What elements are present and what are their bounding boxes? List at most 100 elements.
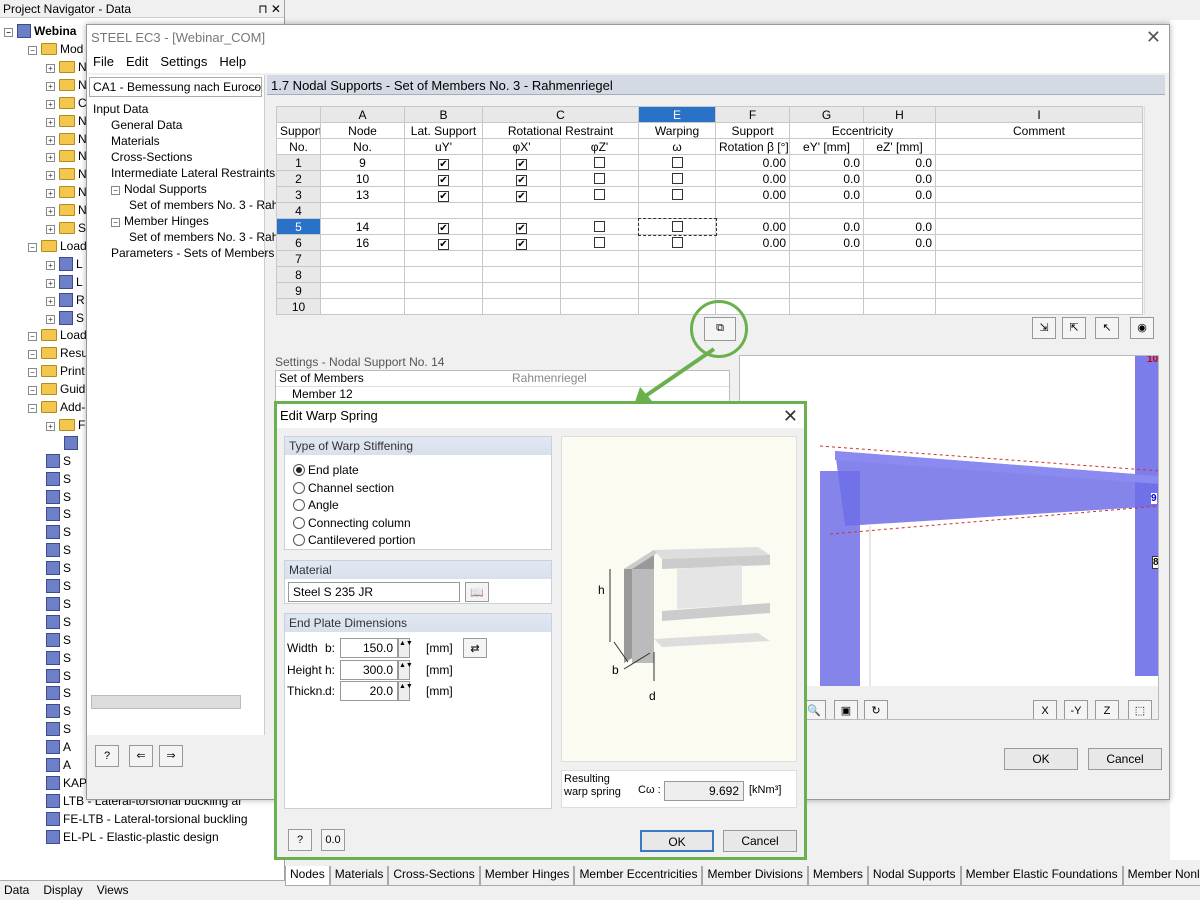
table-row[interactable]: 8 [276, 266, 1144, 283]
ecc-z-cell[interactable]: 0.0 [863, 186, 937, 203]
checkbox[interactable] [671, 236, 683, 248]
navigator-item[interactable]: S [46, 523, 71, 541]
node-cell[interactable]: 10 [320, 170, 405, 187]
table-row[interactable]: 9 [276, 282, 1144, 299]
rotation-cell[interactable] [715, 250, 791, 267]
model-tab[interactable]: Member Divisions [702, 866, 808, 886]
calculator-icon[interactable]: 0.0 [321, 829, 345, 851]
row-number[interactable]: 10 [276, 298, 321, 315]
ecc-y-cell[interactable]: 0.0 [789, 170, 865, 187]
dialog-help-icon[interactable]: ? [288, 829, 312, 851]
input-tree-item[interactable]: Cross-Sections [111, 149, 192, 165]
export-icon[interactable]: ⇱ [1062, 317, 1086, 339]
navigator-item[interactable]: + N [46, 147, 87, 165]
checkbox[interactable] [671, 220, 683, 232]
node-cell[interactable] [320, 282, 405, 299]
checkbox-cell[interactable] [638, 202, 717, 219]
checkbox-cell[interactable] [559, 218, 640, 235]
navigator-item[interactable]: + N [46, 201, 87, 219]
navigator-item[interactable]: S [46, 667, 71, 685]
checkbox-cell[interactable] [482, 250, 561, 267]
radio-icon[interactable] [293, 481, 305, 494]
row-number[interactable]: 3 [276, 186, 321, 203]
rotate-icon[interactable]: ↻ [864, 700, 888, 719]
import-icon[interactable]: ⇲ [1032, 317, 1056, 339]
ecc-z-cell[interactable]: 0.0 [863, 170, 937, 187]
column-letter[interactable]: H [863, 106, 937, 123]
warp-type-radio[interactable]: Cantilevered portion [293, 531, 415, 549]
navigator-item[interactable]: S [46, 488, 71, 506]
rotation-cell[interactable]: 0.00 [715, 186, 791, 203]
checkbox-cell[interactable] [638, 250, 717, 267]
navigator-item[interactable]: S [46, 452, 71, 470]
main-cancel-button[interactable]: Cancel [1088, 748, 1162, 770]
checkbox-cell[interactable] [404, 282, 483, 299]
table-row[interactable]: 5 14 ✔ ✔ 0.00 0.0 0.0 [276, 217, 1144, 236]
checkbox-cell[interactable]: ✔ [404, 186, 483, 203]
comment-cell[interactable] [935, 234, 1144, 251]
radio-icon[interactable] [293, 499, 305, 512]
navigator-item[interactable]: − Guid [28, 380, 85, 398]
navigator-item[interactable]: + S [46, 219, 86, 237]
checkbox-cell[interactable] [638, 282, 717, 299]
table-row[interactable]: 3 13 ✔ ✔ 0.00 0.0 0.0 [276, 186, 1144, 203]
horizontal-scrollbar[interactable] [91, 695, 241, 709]
menu-item[interactable]: Edit [126, 54, 148, 70]
warp-type-radio[interactable]: Channel section [293, 479, 394, 497]
expand-icon[interactable]: + [46, 314, 55, 324]
radio-icon[interactable] [293, 534, 305, 547]
navigator-item[interactable]: − Add- [28, 398, 85, 416]
checkbox[interactable] [671, 172, 683, 184]
pick-dimensions-icon[interactable]: ⇄ [463, 638, 487, 658]
help-icon[interactable]: ? [95, 745, 119, 767]
table-row[interactable]: 1 9 ✔ ✔ 0.00 0.0 0.0 [276, 154, 1144, 171]
checkbox[interactable]: ✔ [516, 159, 527, 170]
checkbox-cell[interactable] [638, 186, 717, 203]
spin-arrows-icon[interactable]: ▲▼ [398, 681, 413, 701]
expand-icon[interactable]: + [46, 135, 55, 145]
navigator-item[interactable]: + N [46, 58, 87, 76]
collapse-icon[interactable]: − [111, 186, 120, 195]
checkbox-cell[interactable] [637, 217, 717, 236]
navigator-item[interactable]: + N [46, 165, 87, 183]
expand-icon[interactable]: + [46, 189, 55, 199]
checkbox[interactable] [671, 188, 683, 200]
pin-close-icons[interactable]: ⊓ ✕ [258, 2, 281, 16]
ecc-y-cell[interactable]: 0.0 [789, 234, 865, 251]
comment-cell[interactable] [935, 298, 1144, 315]
navigator-item[interactable]: S [46, 631, 71, 649]
column-letter[interactable]: G [789, 106, 865, 123]
navigator-item[interactable]: + N [46, 183, 87, 201]
row-number[interactable]: 5 [276, 218, 321, 235]
row-number[interactable]: 4 [276, 202, 321, 219]
ecc-y-cell[interactable] [789, 266, 865, 283]
checkbox[interactable] [594, 156, 605, 168]
spin-arrows-icon[interactable]: ▲▼ [398, 638, 413, 658]
model-tab[interactable]: Member Nonlinearities [1122, 866, 1200, 886]
comment-cell[interactable] [935, 186, 1144, 203]
input-tree-item[interactable]: Input Data [93, 101, 148, 117]
previous-icon[interactable]: ⇐ [129, 745, 153, 767]
checkbox[interactable]: ✔ [516, 239, 527, 250]
main-ok-button[interactable]: OK [1004, 748, 1078, 770]
spin-arrows-icon[interactable]: ▲▼ [398, 659, 413, 680]
input-tree-item[interactable]: Parameters - Sets of Members [111, 245, 274, 261]
menu-item[interactable]: Help [219, 54, 246, 70]
navigator-item[interactable]: S [46, 595, 71, 613]
checkbox-cell[interactable]: ✔ [404, 170, 483, 187]
checkbox-cell[interactable] [559, 298, 640, 315]
expand-icon[interactable]: − [28, 368, 37, 378]
rotation-cell[interactable]: 0.00 [715, 218, 791, 235]
comment-cell[interactable] [935, 154, 1144, 171]
expand-icon[interactable]: + [46, 260, 55, 270]
model-tab[interactable]: Members [807, 866, 868, 886]
table-scrollbar[interactable] [1144, 106, 1158, 314]
checkbox-cell[interactable] [404, 250, 483, 267]
navigator-item[interactable]: − Print [28, 362, 85, 380]
checkbox[interactable] [671, 156, 683, 168]
expand-icon[interactable]: − [28, 386, 37, 396]
model-tab[interactable]: Member Hinges [479, 866, 575, 886]
input-tree-item[interactable]: Intermediate Lateral Restraints [111, 165, 275, 181]
next-icon[interactable]: ⇒ [159, 745, 183, 767]
row-number[interactable]: 7 [276, 250, 321, 267]
